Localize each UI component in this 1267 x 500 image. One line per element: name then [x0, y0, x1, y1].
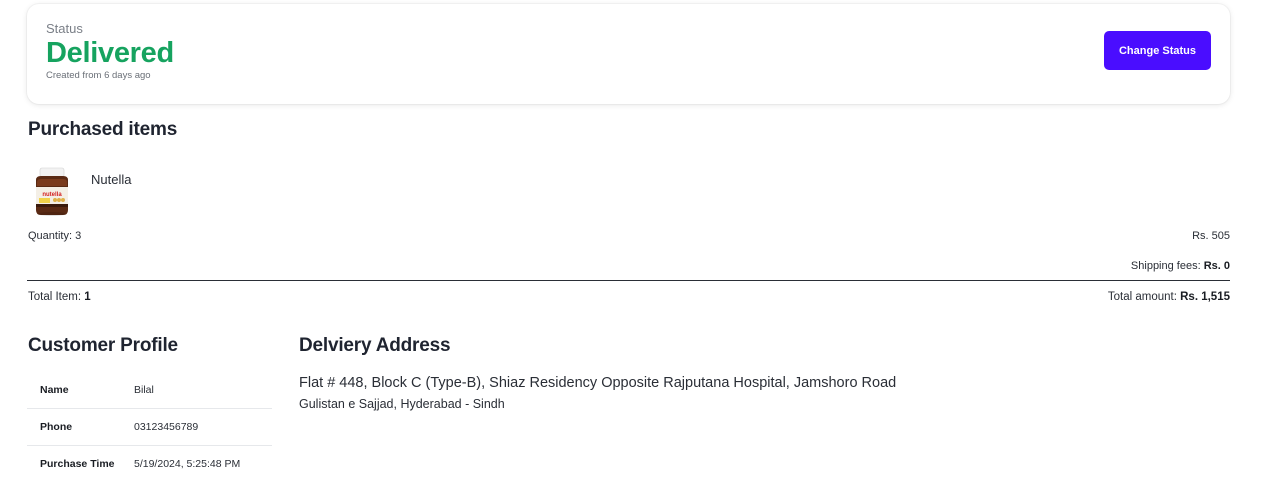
phone-value: 03123456789: [134, 421, 199, 433]
customer-profile-title: Customer Profile: [28, 335, 178, 356]
purchase-time-value: 5/19/2024, 5:25:48 PM: [134, 458, 241, 470]
product-name: Nutella: [91, 172, 132, 187]
table-row: Name Bilal: [27, 372, 272, 409]
shipping-fees-label: Shipping fees:: [1130, 260, 1204, 272]
total-items-label: Total Item:: [28, 291, 85, 303]
total-items-value: 1: [84, 291, 91, 303]
name-key: Name: [40, 384, 69, 396]
purchased-items-title: Purchased items: [28, 119, 178, 140]
shipping-fees: Shipping fees: Rs. 0: [1131, 260, 1230, 272]
table-row: Phone 03123456789: [27, 409, 272, 446]
purchase-time-key: Purchase Time: [40, 458, 115, 470]
status-card: Status Delivered Created from 6 days ago…: [27, 4, 1230, 104]
svg-text:nutella: nutella: [42, 192, 62, 198]
divider: [27, 280, 1230, 281]
status-label: Status: [46, 21, 83, 36]
name-value: Bilal: [134, 384, 154, 396]
product-price: Rs. 505: [1192, 230, 1230, 242]
address-line-2: Gulistan e Sajjad, Hyderabad - Sindh: [299, 397, 505, 411]
table-row: Purchase Time 5/19/2024, 5:25:48 PM: [27, 446, 272, 482]
status-value: Delivered: [46, 37, 174, 69]
status-created-time: Created from 6 days ago: [46, 70, 151, 81]
total-amount-value: Rs. 1,515: [1180, 291, 1230, 303]
change-status-button[interactable]: Change Status: [1104, 31, 1211, 70]
total-amount-label: Total amount:: [1107, 291, 1181, 303]
total-items: Total Item: 1: [28, 291, 91, 303]
product-quantity: Quantity: 3: [28, 230, 82, 242]
phone-key: Phone: [40, 421, 73, 433]
customer-profile-table: Name Bilal Phone 03123456789 Purchase Ti…: [27, 372, 272, 482]
total-amount: Total amount: Rs. 1,515: [1108, 291, 1230, 303]
address-line-1: Flat # 448, Block C (Type-B), Shiaz Resi…: [299, 375, 897, 391]
delivery-address-title: Delviery Address: [299, 335, 451, 356]
nutella-jar-icon: nutella: [31, 166, 73, 218]
shipping-fees-value: Rs. 0: [1203, 260, 1230, 272]
